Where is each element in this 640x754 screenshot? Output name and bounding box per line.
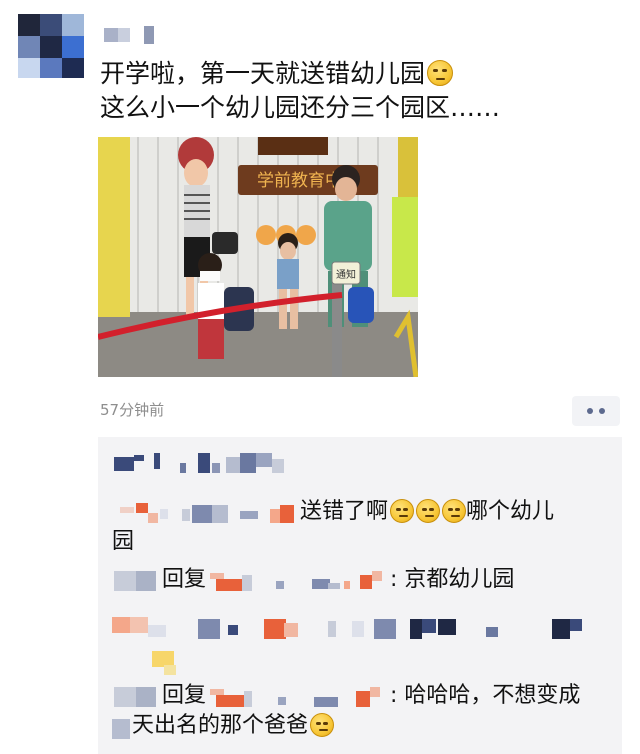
comment1-text-wrap: 园 [112,529,135,554]
comment4-author[interactable] [114,683,162,711]
post-text-line1-content: 开学啦，第一天就送错幼儿园 [100,59,426,88]
photo-card-text: 通知 [336,268,356,281]
comment4-text-wrap: 天出名的那个爸爸 [132,711,335,741]
username[interactable] [104,24,158,46]
comment4-wrap-mosaic [112,719,130,739]
comment1-body-tail: 哪个幼儿 [466,499,555,524]
comments-panel: 送错了啊 哪个幼儿 园 回复 : 京都幼儿园 回复: 哈哈哈，不想变成 天出名… [98,437,622,754]
comment1-author[interactable] [120,499,296,527]
post-photo[interactable]: 学前教育中心 通知 [98,137,418,377]
likes-row[interactable] [114,451,294,479]
comment4-reply-target[interactable] [210,683,390,711]
thinking-face-icon [416,499,441,523]
comment2-author[interactable] [114,567,162,595]
more-dot-icon [587,408,593,414]
thinking-face-icon [442,499,467,523]
post-text-line2: 这么小一个幼儿园还分三个园区…… [100,93,501,122]
comment2-text: : 京都幼儿园 [390,567,515,592]
more-dot-icon [599,408,605,414]
comment2-reply-target[interactable] [210,567,390,595]
thinking-face-icon [390,499,415,523]
comment4-wrap-body: 天出名的那个爸爸 [132,713,309,738]
comment4-reply-word: 回复 [162,683,207,708]
comment1-body: 送错了啊 [300,499,389,524]
more-actions-button[interactable] [572,396,620,426]
avatar[interactable] [18,14,84,78]
thinking-face-icon [310,713,335,737]
post-text-line1: 开学啦，第一天就送错幼儿园 [100,58,454,90]
comment4-text: : 哈哈哈，不想变成 [390,683,581,708]
raised-eyebrow-face-icon [427,60,454,86]
comment1-text: 送错了啊 哪个幼儿 [300,497,554,527]
comment2-reply-word: 回复 [162,567,207,592]
post-timestamp: 57分钟前 [100,401,165,419]
comment3-mosaic[interactable] [112,611,612,679]
